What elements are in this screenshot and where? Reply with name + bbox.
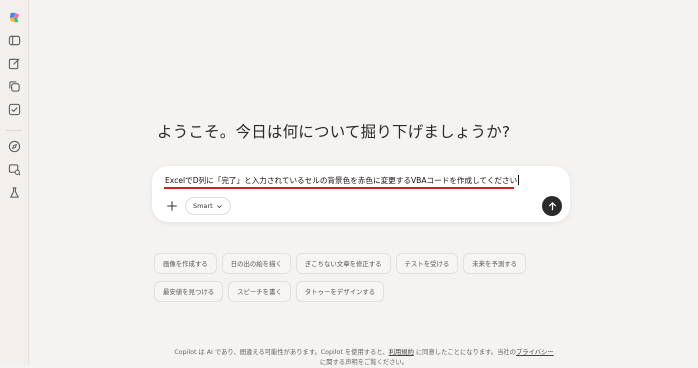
text-caret bbox=[518, 175, 520, 185]
image-search-icon[interactable] bbox=[8, 163, 21, 176]
checklist-icon[interactable] bbox=[8, 103, 21, 116]
suggestion-row-2: 最安値を見つける スピーチを書く タトゥーをデザインする bbox=[154, 281, 574, 302]
suggestion-chip[interactable]: テストを受ける bbox=[395, 253, 459, 274]
prompt-text: ExcelでD列に「完了」と入力されているセルの背景色を赤色に変更するVBAコー… bbox=[165, 176, 518, 185]
prompt-input[interactable]: ExcelでD列に「完了」と入力されているセルの背景色を赤色に変更するVBAコー… bbox=[165, 175, 545, 186]
privacy-link[interactable]: プライバシー bbox=[516, 349, 554, 356]
suggestion-row-1: 画像を作成する 日の出の絵を描く ぎこちない文章を修正する テストを受ける 未来… bbox=[154, 253, 574, 274]
sidebar-rail bbox=[0, 0, 29, 365]
spellcheck-underline bbox=[164, 187, 514, 189]
send-button[interactable] bbox=[542, 196, 562, 216]
suggestion-chip[interactable]: 日の出の絵を描く bbox=[221, 253, 291, 274]
suggestion-chips: 画像を作成する 日の出の絵を描く ぎこちない文章を修正する テストを受ける 未来… bbox=[154, 253, 574, 309]
discover-icon[interactable] bbox=[8, 140, 21, 153]
suggestion-chip[interactable]: 未来を予測する bbox=[463, 253, 527, 274]
labs-icon[interactable] bbox=[8, 186, 21, 199]
footer-middle: に同意したことになります。当社の bbox=[413, 349, 516, 356]
suggestion-chip[interactable]: タトゥーをデザインする bbox=[295, 281, 385, 302]
terms-link[interactable]: 利用規約 bbox=[389, 349, 414, 356]
copy-icon[interactable] bbox=[8, 80, 21, 93]
sidebar-divider bbox=[6, 130, 22, 131]
disclaimer-footer: Copilot は AI であり、間違える可能性があります。Copilot を使… bbox=[129, 348, 599, 368]
new-chat-icon[interactable] bbox=[8, 57, 21, 70]
chevron-down-icon bbox=[216, 204, 222, 208]
copilot-logo[interactable] bbox=[8, 11, 21, 24]
sidebar-toggle-icon[interactable] bbox=[8, 34, 21, 47]
suggestion-chip[interactable]: 最安値を見つける bbox=[154, 281, 224, 302]
plus-icon[interactable] bbox=[165, 199, 179, 213]
suggestion-chip[interactable]: スピーチを書く bbox=[228, 281, 291, 302]
message-composer[interactable]: ExcelでD列に「完了」と入力されているセルの背景色を赤色に変更するVBAコー… bbox=[152, 166, 570, 222]
arrow-up-icon bbox=[548, 201, 556, 210]
mode-label: Smart bbox=[193, 202, 213, 210]
suggestion-chip[interactable]: ぎこちない文章を修正する bbox=[295, 253, 391, 274]
main-area: ようこそ。今日は何について掘り下げましょうか? ExcelでD列に「完了」と入力… bbox=[29, 0, 698, 368]
footer-prefix: Copilot は AI であり、間違える可能性があります。Copilot を使… bbox=[174, 349, 389, 356]
suggestion-chip[interactable]: 画像を作成する bbox=[154, 253, 217, 274]
welcome-heading: ようこそ。今日は何について掘り下げましょうか? bbox=[157, 123, 511, 141]
mode-selector-button[interactable]: Smart bbox=[185, 197, 231, 215]
